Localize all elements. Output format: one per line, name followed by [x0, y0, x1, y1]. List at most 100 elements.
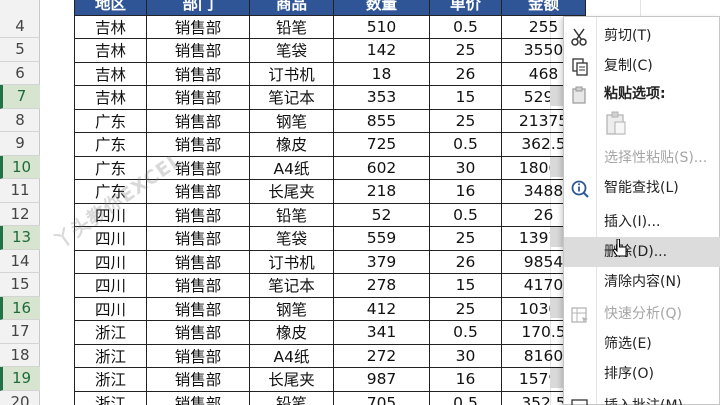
- cell-dept[interactable]: 销售部: [146, 202, 250, 227]
- cell-product[interactable]: A4纸: [249, 155, 334, 180]
- cell-product[interactable]: 钢笔: [249, 108, 334, 133]
- cell-quantity[interactable]: 855: [333, 108, 430, 133]
- row-header[interactable]: 4: [0, 15, 40, 38]
- cell-dept[interactable]: 销售部: [146, 14, 250, 39]
- cell-product[interactable]: 笔袋: [249, 38, 334, 63]
- cell-dept[interactable]: 销售部: [146, 273, 250, 298]
- table-row[interactable]: 吉林 销售部 铅笔 510 0.5 255: [74, 14, 586, 39]
- cell-price[interactable]: 0.5: [429, 14, 502, 39]
- cell-quantity[interactable]: 52: [333, 202, 430, 227]
- cell-price[interactable]: 15: [429, 273, 502, 298]
- cell-dept[interactable]: 销售部: [146, 320, 250, 345]
- row-header[interactable]: 7: [0, 85, 40, 109]
- cell-dept[interactable]: 销售部: [146, 367, 250, 392]
- row-header[interactable]: 18: [0, 344, 40, 367]
- cell-product[interactable]: 铅笔: [249, 14, 334, 39]
- cell-region[interactable]: 浙江: [74, 367, 147, 392]
- cell-price[interactable]: 25: [429, 226, 502, 251]
- row-header[interactable]: 16: [0, 296, 40, 320]
- table-row[interactable]: 四川 销售部 钢笔 412 25 10300: [74, 296, 586, 321]
- cell-product[interactable]: 长尾夹: [249, 367, 334, 392]
- cell-quantity[interactable]: 341: [333, 320, 430, 345]
- cell-region[interactable]: 四川: [74, 296, 147, 321]
- table-row[interactable]: 广东 销售部 钢笔 855 25 21375: [74, 108, 586, 133]
- cell-dept[interactable]: 销售部: [146, 38, 250, 63]
- cell-quantity[interactable]: 142: [333, 38, 430, 63]
- table-row[interactable]: 吉林 销售部 笔袋 142 25 3550: [74, 38, 586, 63]
- cell-region[interactable]: 吉林: [74, 38, 147, 63]
- row-header[interactable]: 11: [0, 179, 40, 203]
- paste-icon[interactable]: [604, 110, 628, 136]
- cell-region[interactable]: 吉林: [74, 14, 147, 39]
- cell-price[interactable]: 16: [429, 367, 502, 392]
- header-cell-region[interactable]: 地区: [74, 0, 147, 16]
- cell-region[interactable]: 四川: [74, 249, 147, 274]
- cell-product[interactable]: 笔记本: [249, 273, 334, 298]
- cell-dept[interactable]: 销售部: [146, 296, 250, 321]
- menu-item-quick-analysis[interactable]: 快速分析(Q): [564, 299, 720, 329]
- row-header[interactable]: 19: [0, 367, 40, 391]
- cell-product[interactable]: A4纸: [249, 343, 334, 368]
- cell-product[interactable]: 笔记本: [249, 85, 334, 110]
- header-cell-dept[interactable]: 部门: [146, 0, 250, 16]
- table-row[interactable]: 四川 销售部 订书机 379 26 9854: [74, 249, 586, 274]
- menu-item-sort[interactable]: 排序(O): [564, 359, 720, 389]
- table-row[interactable]: 浙江 销售部 长尾夹 987 16 15792: [74, 367, 586, 392]
- cell-price[interactable]: 25: [429, 108, 502, 133]
- row-header[interactable]: 17: [0, 320, 40, 344]
- row-header[interactable]: 20: [0, 391, 40, 405]
- cell-product[interactable]: 铅笔: [249, 202, 334, 227]
- cell-product[interactable]: 订书机: [249, 249, 334, 274]
- cell-quantity[interactable]: 278: [333, 273, 430, 298]
- cell-dept[interactable]: 销售部: [146, 390, 250, 405]
- menu-item-insert[interactable]: 插入(I)...: [564, 207, 720, 237]
- menu-item-clear-contents[interactable]: 清除内容(N): [564, 267, 720, 297]
- menu-item-paste-special[interactable]: 选择性粘贴(S)...: [564, 143, 720, 173]
- table-row[interactable]: 四川 销售部 笔袋 559 25 13975: [74, 226, 586, 251]
- cell-product[interactable]: 长尾夹: [249, 179, 334, 204]
- cell-quantity[interactable]: 987: [333, 367, 430, 392]
- table-row[interactable]: 浙江 销售部 橡皮 341 0.5 170.5: [74, 320, 586, 345]
- menu-item-cut[interactable]: 剪切(T): [564, 21, 720, 51]
- cell-dept[interactable]: 销售部: [146, 226, 250, 251]
- cell-region[interactable]: 吉林: [74, 61, 147, 86]
- cell-quantity[interactable]: 725: [333, 132, 430, 157]
- cell-price[interactable]: 0.5: [429, 202, 502, 227]
- cell-product[interactable]: 订书机: [249, 61, 334, 86]
- row-header[interactable]: 12: [0, 203, 40, 226]
- row-header[interactable]: 15: [0, 273, 40, 297]
- cell-price[interactable]: 30: [429, 343, 502, 368]
- cell-quantity[interactable]: 379: [333, 249, 430, 274]
- row-header[interactable]: 8: [0, 109, 40, 132]
- header-cell-price[interactable]: 单价: [429, 0, 502, 16]
- cell-region[interactable]: 浙江: [74, 343, 147, 368]
- table-row[interactable]: 吉林 销售部 笔记本 353 15 5295: [74, 85, 586, 110]
- table-row[interactable]: 浙江 销售部 A4纸 272 30 8160: [74, 343, 586, 368]
- cell-price[interactable]: 15: [429, 85, 502, 110]
- cell-dept[interactable]: 销售部: [146, 61, 250, 86]
- cell-price[interactable]: 30: [429, 155, 502, 180]
- cell-region[interactable]: 浙江: [74, 390, 147, 405]
- cell-price[interactable]: 26: [429, 61, 502, 86]
- cell-quantity[interactable]: 705: [333, 390, 430, 405]
- cell-dept[interactable]: 销售部: [146, 85, 250, 110]
- row-header[interactable]: 10: [0, 155, 40, 179]
- cell-dept[interactable]: 销售部: [146, 108, 250, 133]
- cell-price[interactable]: 0.5: [429, 390, 502, 405]
- row-header[interactable]: 13: [0, 226, 40, 250]
- cell-price[interactable]: 25: [429, 38, 502, 63]
- cell-product[interactable]: 橡皮: [249, 320, 334, 345]
- cell-quantity[interactable]: 559: [333, 226, 430, 251]
- cell-quantity[interactable]: 602: [333, 155, 430, 180]
- cell-price[interactable]: 0.5: [429, 132, 502, 157]
- row-header[interactable]: 5: [0, 38, 40, 62]
- cell-quantity[interactable]: 18: [333, 61, 430, 86]
- cell-price[interactable]: 25: [429, 296, 502, 321]
- table-row[interactable]: 浙江 销售部 铅笔 705 0.5 352.5: [74, 390, 586, 405]
- menu-item-filter[interactable]: 筛选(E): [564, 329, 720, 359]
- table-row[interactable]: 四川 销售部 铅笔 52 0.5 26: [74, 202, 586, 227]
- header-cell-quantity[interactable]: 数量: [333, 0, 430, 16]
- header-cell-amount[interactable]: 金额: [501, 0, 586, 16]
- cell-dept[interactable]: 销售部: [146, 249, 250, 274]
- menu-item-delete[interactable]: 删除(D)...: [564, 237, 720, 267]
